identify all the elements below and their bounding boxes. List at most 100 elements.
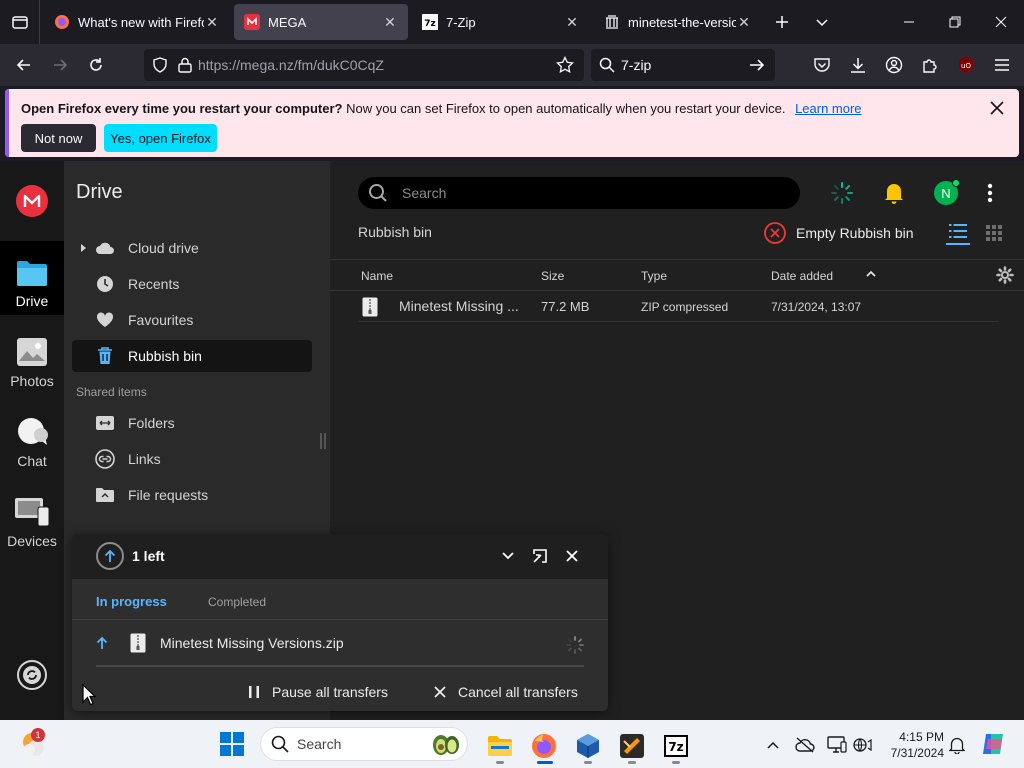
running-indicator bbox=[496, 761, 504, 764]
file-date-added: 7/31/2024, 13:07 bbox=[771, 300, 862, 314]
transfer-status-button[interactable] bbox=[816, 177, 868, 209]
shield-icon[interactable] bbox=[152, 57, 168, 73]
sidebar-item-recents[interactable]: Recents bbox=[72, 268, 312, 300]
mega-search-input[interactable]: Search bbox=[358, 177, 800, 209]
tab-completed[interactable]: Completed bbox=[208, 595, 266, 609]
open-transfers-page-button[interactable] bbox=[530, 546, 550, 566]
sidebar-item-folders[interactable]: Folders bbox=[72, 407, 312, 439]
url-bar[interactable]: https://mega.nz/fm/dukC0CqZ bbox=[144, 49, 584, 81]
tab-in-progress[interactable]: In progress bbox=[96, 594, 167, 609]
close-transfer-panel-button[interactable] bbox=[562, 546, 582, 566]
empty-rubbish-bin-button[interactable]: Empty Rubbish bin bbox=[764, 220, 914, 246]
taskbar-sublime-app[interactable] bbox=[612, 728, 652, 764]
show-hidden-icons-button[interactable] bbox=[762, 734, 784, 756]
taskbar-search-box[interactable]: Search bbox=[260, 727, 468, 761]
pause-all-transfers-button[interactable]: Pause all transfers bbox=[248, 684, 388, 700]
clock-time: 4:15 PM bbox=[899, 730, 944, 744]
star-icon[interactable] bbox=[556, 56, 574, 74]
sort-ascending-icon[interactable] bbox=[866, 270, 876, 278]
collapse-panel-button[interactable] bbox=[498, 546, 518, 566]
copilot-icon bbox=[983, 734, 1003, 754]
downloads-button[interactable] bbox=[840, 49, 876, 81]
avocado-icon bbox=[431, 731, 461, 757]
column-header-size[interactable]: Size bbox=[541, 269, 564, 283]
taskbar-virtualbox[interactable] bbox=[568, 728, 608, 764]
new-tab-button[interactable] bbox=[762, 0, 802, 44]
sidebar-item-rubbish-bin[interactable]: Rubbish bin bbox=[72, 340, 312, 372]
account-button[interactable] bbox=[876, 49, 912, 81]
column-header-date-added[interactable]: Date added bbox=[771, 269, 833, 283]
sidebar-item-file-requests[interactable]: File requests bbox=[72, 479, 312, 511]
taskbar-clock[interactable]: 4:15 PM 7/31/2024 bbox=[880, 729, 944, 761]
firefox-view-button[interactable] bbox=[0, 0, 40, 44]
link-icon bbox=[94, 449, 116, 469]
tab-whats-new[interactable]: What's new with Firefo ✕ bbox=[44, 4, 230, 40]
start-button[interactable] bbox=[220, 732, 244, 756]
column-header-type[interactable]: Type bbox=[641, 269, 667, 283]
pocket-button[interactable] bbox=[804, 49, 840, 81]
restore-icon bbox=[949, 16, 961, 28]
sidebar-item-links[interactable]: Links bbox=[72, 443, 312, 475]
close-notification-button[interactable] bbox=[987, 98, 1007, 118]
cancel-all-transfers-button[interactable]: Cancel all transfers bbox=[434, 684, 578, 700]
lock-icon[interactable] bbox=[178, 57, 192, 73]
account-avatar-button[interactable]: N bbox=[920, 177, 972, 209]
rail-item-drive[interactable]: Drive bbox=[0, 241, 64, 315]
close-tab-icon[interactable]: ✕ bbox=[204, 14, 220, 30]
grid-view-button[interactable] bbox=[982, 221, 1006, 245]
ublock-button[interactable]: uO bbox=[948, 49, 984, 81]
back-button[interactable] bbox=[6, 49, 42, 81]
web-search-bar[interactable]: 7-zip bbox=[591, 49, 775, 81]
tray-cloud-offline[interactable] bbox=[794, 734, 816, 756]
taskbar-firefox[interactable] bbox=[524, 728, 564, 764]
not-now-button[interactable]: Not now bbox=[21, 124, 96, 152]
taskbar-7zip[interactable]: 7z bbox=[656, 728, 696, 764]
close-tab-icon[interactable]: ✕ bbox=[736, 14, 752, 30]
sidebar-item-cloud-drive[interactable]: Cloud drive bbox=[72, 232, 312, 264]
url-text[interactable]: https://mega.nz/fm/dukC0CqZ bbox=[198, 57, 384, 73]
tab-mega[interactable]: MEGA ✕ bbox=[234, 4, 408, 40]
search-query[interactable]: 7-zip bbox=[621, 57, 749, 73]
rail-item-photos[interactable]: Photos bbox=[0, 321, 64, 395]
gear-icon[interactable] bbox=[996, 266, 1014, 284]
yes-open-firefox-button[interactable]: Yes, open Firefox bbox=[104, 124, 217, 152]
table-row[interactable]: Minetest Missing ... 77.2 MB ZIP compres… bbox=[358, 291, 998, 322]
notifications-button[interactable] bbox=[868, 177, 920, 209]
sidebar-resize-handle[interactable] bbox=[320, 433, 326, 449]
close-tab-icon[interactable]: ✕ bbox=[564, 14, 580, 30]
tray-display[interactable] bbox=[826, 734, 848, 756]
svg-text:7z: 7z bbox=[668, 740, 683, 754]
tab-7zip[interactable]: 7z 7-Zip ✕ bbox=[412, 4, 590, 40]
learn-more-link[interactable]: Learn more bbox=[795, 101, 861, 116]
close-tab-icon[interactable]: ✕ bbox=[382, 14, 398, 30]
rail-item-devices[interactable]: Devices bbox=[0, 481, 64, 555]
reload-button[interactable] bbox=[78, 49, 114, 81]
restore-button[interactable] bbox=[932, 0, 978, 44]
go-arrow-icon[interactable] bbox=[749, 57, 765, 73]
mega-logo-icon[interactable] bbox=[16, 185, 48, 217]
transfer-item[interactable]: Minetest Missing Versions.zip bbox=[96, 632, 586, 656]
minimize-button[interactable] bbox=[886, 0, 932, 44]
sync-icon[interactable] bbox=[16, 659, 48, 691]
breadcrumb[interactable]: Rubbish bin bbox=[358, 224, 432, 240]
more-options-button[interactable] bbox=[972, 177, 1008, 209]
trash-icon bbox=[94, 346, 116, 366]
list-view-button[interactable] bbox=[946, 221, 970, 245]
extensions-button[interactable] bbox=[912, 49, 948, 81]
tab-minetest[interactable]: minetest-the-versions ✕ bbox=[594, 4, 762, 40]
kebab-menu-icon bbox=[987, 183, 993, 203]
forward-button[interactable] bbox=[42, 49, 78, 81]
hamburger-icon bbox=[995, 59, 1009, 71]
taskbar-file-explorer[interactable] bbox=[480, 728, 520, 764]
copilot-button[interactable] bbox=[980, 731, 1006, 757]
notification-center-button[interactable] bbox=[946, 734, 968, 756]
chevron-right-icon[interactable] bbox=[74, 243, 94, 253]
column-header-name[interactable]: Name bbox=[361, 269, 393, 283]
app-menu-button[interactable] bbox=[984, 49, 1020, 81]
close-window-button[interactable] bbox=[978, 0, 1024, 44]
list-all-tabs-button[interactable] bbox=[802, 0, 842, 44]
sidebar-item-favourites[interactable]: Favourites bbox=[72, 304, 312, 336]
transfer-file-name: Minetest Missing Versions.zip bbox=[160, 635, 344, 651]
tray-network-volume[interactable] bbox=[852, 734, 874, 756]
rail-item-chat[interactable]: Chat bbox=[0, 401, 64, 475]
